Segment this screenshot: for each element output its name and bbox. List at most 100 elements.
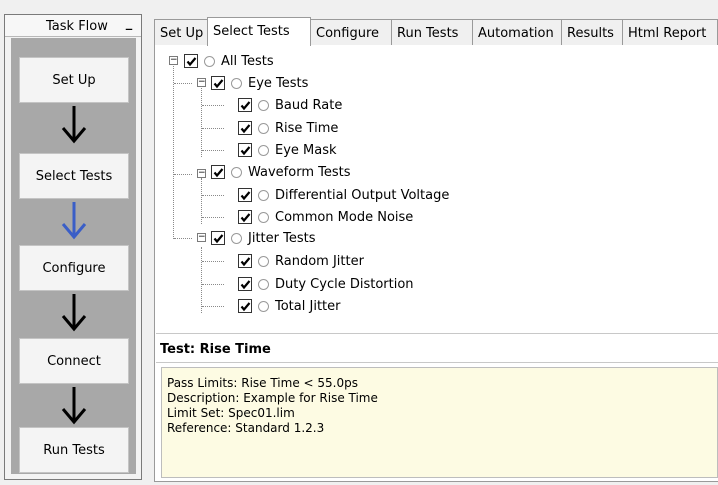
- tree-connector: [173, 66, 174, 239]
- collapse-toggle-eye-tests[interactable]: −: [197, 78, 206, 87]
- differential-output-voltage-checkbox[interactable]: [238, 188, 252, 202]
- total-jitter-checkbox[interactable]: [238, 299, 252, 313]
- tab-results[interactable]: Results: [561, 19, 623, 45]
- tree-connector: [202, 217, 224, 218]
- step-label: Run Tests: [43, 442, 105, 458]
- tree-node-total-jitter[interactable]: Total Jitter: [238, 296, 340, 316]
- collapse-toggle-all-tests[interactable]: −: [169, 56, 178, 65]
- limit-set-text: Limit Set: Spec01.lim: [167, 406, 295, 420]
- tree-node-label: Baud Rate: [275, 97, 343, 113]
- waveform-tests-checkbox[interactable]: [211, 165, 225, 179]
- random-jitter-checkbox[interactable]: [238, 254, 252, 268]
- step-label: Connect: [47, 353, 101, 369]
- tab-automation[interactable]: Automation: [472, 19, 562, 45]
- tree-node-label: Common Mode Noise: [275, 209, 414, 225]
- tree-node-baud-rate[interactable]: Baud Rate: [238, 95, 342, 115]
- tree-node-label: Eye Tests: [248, 75, 309, 91]
- checkmark-icon: [240, 145, 250, 155]
- common-mode-noise-checkbox[interactable]: [238, 210, 252, 224]
- eye-tests-checkbox[interactable]: [211, 76, 225, 90]
- tree-node-common-mode-noise[interactable]: Common Mode Noise: [238, 207, 413, 227]
- tree-node-duty-cycle-distortion[interactable]: Duty Cycle Distortion: [238, 274, 414, 294]
- tab-label: Select Tests: [213, 24, 290, 39]
- tree-connector: [174, 174, 192, 175]
- rise-time-radio[interactable]: [258, 122, 269, 134]
- baud-rate-radio[interactable]: [258, 99, 269, 111]
- arrow-down-icon: [61, 106, 87, 144]
- tree-node-differential-output-voltage[interactable]: Differential Output Voltage: [238, 185, 449, 205]
- jitter-tests-radio[interactable]: [231, 232, 242, 244]
- check-stroke: [240, 123, 250, 133]
- tree-node-rise-time[interactable]: Rise Time: [238, 118, 338, 138]
- tree-node-label: Rise Time: [275, 120, 339, 136]
- tree-connector: [201, 85, 202, 157]
- tree-node-label: Jitter Tests: [248, 230, 316, 246]
- differential-output-voltage-radio[interactable]: [258, 189, 269, 201]
- tree-node-label: Total Jitter: [275, 298, 341, 314]
- step-configure-button[interactable]: Configure: [19, 245, 129, 291]
- rise-time-checkbox[interactable]: [238, 121, 252, 135]
- total-jitter-radio[interactable]: [258, 300, 269, 312]
- tree-connector: [202, 306, 224, 307]
- tree-node-random-jitter[interactable]: Random Jitter: [238, 251, 364, 271]
- step-run-tests-button[interactable]: Run Tests: [19, 427, 129, 473]
- checkmark-icon: [240, 100, 250, 110]
- task-flow-title: Task Flow: [46, 19, 108, 34]
- tree-node-jitter-tests[interactable]: Jitter Tests: [211, 228, 316, 248]
- test-details-header: Test: Rise Time: [156, 333, 718, 363]
- minimize-button[interactable]: _: [122, 17, 136, 33]
- all-tests-radio[interactable]: [204, 55, 215, 67]
- tree-connector: [201, 247, 202, 313]
- collapse-toggle-jitter-tests[interactable]: −: [197, 233, 206, 242]
- tab-set-up[interactable]: Set Up: [154, 19, 208, 45]
- check-stroke: [240, 190, 250, 200]
- common-mode-noise-radio[interactable]: [258, 211, 269, 223]
- tree-node-eye-mask[interactable]: Eye Mask: [238, 140, 337, 160]
- check-stroke: [240, 256, 250, 266]
- arrow-down-icon: [61, 387, 87, 425]
- baud-rate-checkbox[interactable]: [238, 98, 252, 112]
- eye-tests-radio[interactable]: [231, 77, 242, 89]
- tab-select-tests[interactable]: Select Tests: [207, 17, 311, 46]
- tree-connector: [202, 128, 224, 129]
- eye-mask-radio[interactable]: [258, 144, 269, 156]
- collapse-toggle-waveform-tests[interactable]: −: [197, 169, 206, 178]
- step-connect-button[interactable]: Connect: [19, 338, 129, 384]
- waveform-tests-radio[interactable]: [231, 166, 242, 178]
- checkmark-icon: [240, 212, 250, 222]
- task-flow-panel: Task Flow _ Set Up Select Tests Configur…: [4, 14, 142, 480]
- tree-node-label: Random Jitter: [275, 253, 364, 269]
- checkmark-icon: [240, 190, 250, 200]
- checkmark-icon: [213, 167, 223, 177]
- checkmark-icon: [240, 123, 250, 133]
- check-stroke: [240, 279, 250, 289]
- tree-connector: [202, 105, 224, 106]
- tab-label: Configure: [316, 26, 380, 41]
- checkmark-icon: [240, 279, 250, 289]
- step-set-up-button[interactable]: Set Up: [19, 57, 129, 103]
- tree-node-waveform-tests[interactable]: Waveform Tests: [211, 162, 351, 182]
- tree-node-label: Differential Output Voltage: [275, 187, 450, 203]
- checkmark-icon: [240, 301, 250, 311]
- tree-node-eye-tests[interactable]: Eye Tests: [211, 73, 308, 93]
- arrow-down-icon: [61, 294, 87, 332]
- step-select-tests-button[interactable]: Select Tests: [19, 153, 129, 199]
- test-tree: − All Tests − Eye Tests Baud Rate Rise T…: [158, 49, 718, 329]
- eye-mask-checkbox[interactable]: [238, 143, 252, 157]
- tree-connector: [174, 238, 192, 239]
- tab-run-tests[interactable]: Run Tests: [391, 19, 473, 45]
- tab-configure[interactable]: Configure: [310, 19, 392, 45]
- step-label: Configure: [42, 260, 106, 276]
- tree-node-label: Waveform Tests: [248, 164, 351, 180]
- pass-limits-text: Pass Limits: Rise Time < 55.0ps: [167, 376, 358, 390]
- tree-node-all-tests[interactable]: All Tests: [184, 51, 274, 71]
- duty-cycle-distortion-radio[interactable]: [258, 278, 269, 290]
- tab-html-report[interactable]: Html Report: [622, 19, 718, 45]
- jitter-tests-checkbox[interactable]: [211, 231, 225, 245]
- random-jitter-radio[interactable]: [258, 255, 269, 267]
- all-tests-checkbox[interactable]: [184, 54, 198, 68]
- task-flow-header: Task Flow _: [5, 15, 141, 37]
- duty-cycle-distortion-checkbox[interactable]: [238, 277, 252, 291]
- check-stroke: [213, 233, 223, 243]
- step-label: Set Up: [52, 72, 96, 88]
